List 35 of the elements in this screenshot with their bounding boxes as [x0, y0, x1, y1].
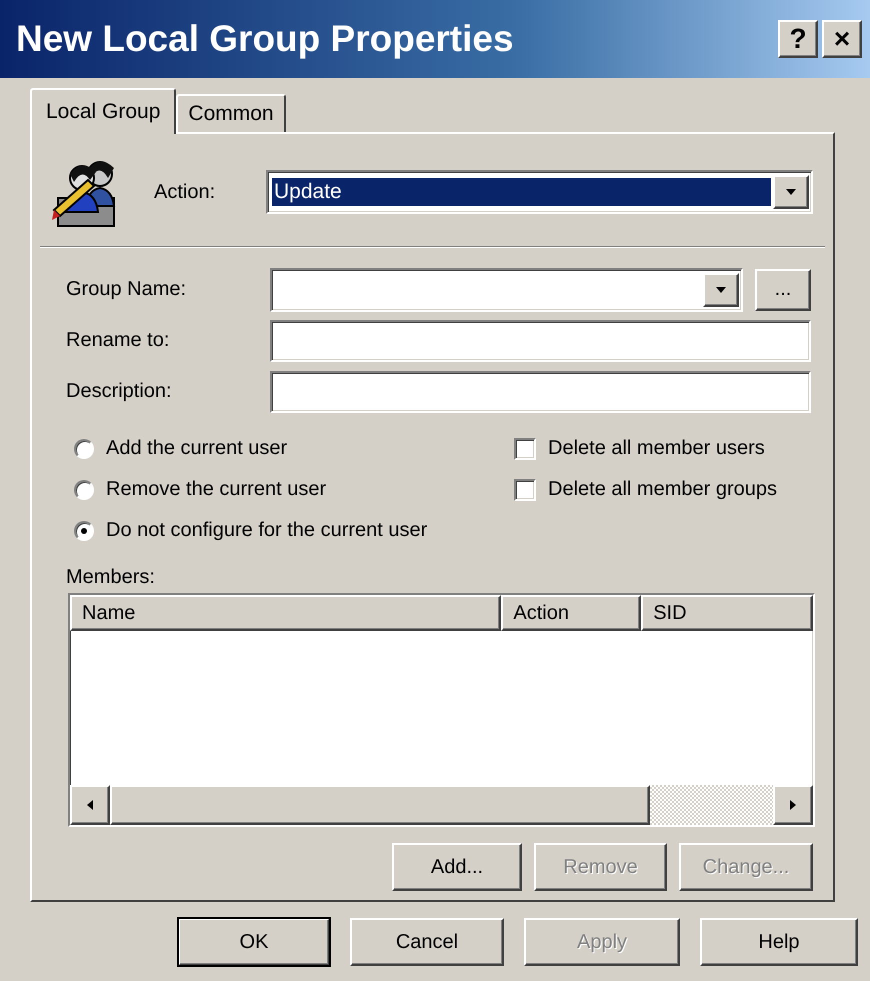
column-header[interactable]: Name — [70, 595, 502, 631]
field-label: Group Name: — [66, 278, 188, 301]
window-title: New Local Group Properties — [16, 18, 515, 60]
dialog-button[interactable]: Cancel — [350, 918, 504, 966]
radio-label: Do not configure for the current user — [106, 519, 428, 542]
dropdown-button[interactable] — [773, 175, 809, 209]
text-field[interactable] — [270, 320, 811, 362]
action-label: Action: — [154, 180, 216, 204]
radio-button[interactable] — [74, 438, 94, 458]
browse-button[interactable]: ... — [755, 268, 811, 310]
dialog-button[interactable]: Help — [700, 918, 858, 966]
radio-button[interactable] — [74, 520, 94, 540]
help-button[interactable]: ? — [778, 20, 818, 58]
horizontal-scrollbar[interactable] — [70, 785, 813, 825]
text-field[interactable] — [270, 370, 811, 412]
dialog-button[interactable]: OK — [178, 918, 330, 966]
checkbox[interactable] — [514, 478, 536, 500]
group-name-dropdown[interactable] — [270, 268, 743, 312]
list-button[interactable]: Add... — [392, 843, 522, 891]
field-label: Rename to: — [66, 329, 170, 352]
column-header[interactable]: Action — [501, 595, 642, 631]
radio-label: Add the current user — [106, 437, 288, 460]
action-dropdown[interactable]: Update — [266, 170, 813, 214]
close-button[interactable]: × — [822, 20, 862, 58]
tab[interactable]: Local Group — [30, 88, 176, 134]
field-label: Description: — [66, 380, 173, 403]
checkbox-label: Delete all member users — [548, 437, 765, 460]
dropdown-button[interactable] — [703, 272, 739, 306]
radio-label: Remove the current user — [106, 478, 326, 501]
column-header[interactable]: SID — [641, 595, 813, 631]
checkbox-label: Delete all member groups — [548, 478, 777, 501]
checkbox[interactable] — [514, 438, 536, 460]
radio-button[interactable] — [74, 480, 94, 500]
members-label: Members: — [66, 566, 156, 589]
tab[interactable]: Common — [176, 94, 286, 132]
